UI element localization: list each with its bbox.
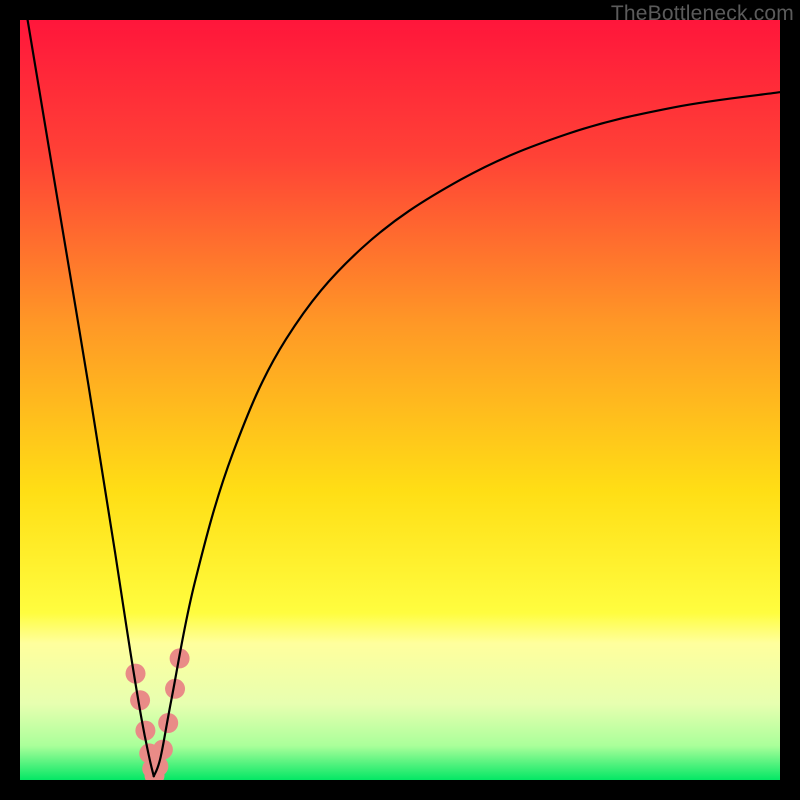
- chart-frame: TheBottleneck.com: [0, 0, 800, 800]
- valley-markers: [126, 648, 190, 780]
- left-branch-curve: [28, 20, 154, 776]
- watermark-text: TheBottleneck.com: [611, 2, 794, 26]
- plot-area: [20, 20, 780, 780]
- right-branch-curve: [154, 92, 780, 776]
- curve-layer: [20, 20, 780, 780]
